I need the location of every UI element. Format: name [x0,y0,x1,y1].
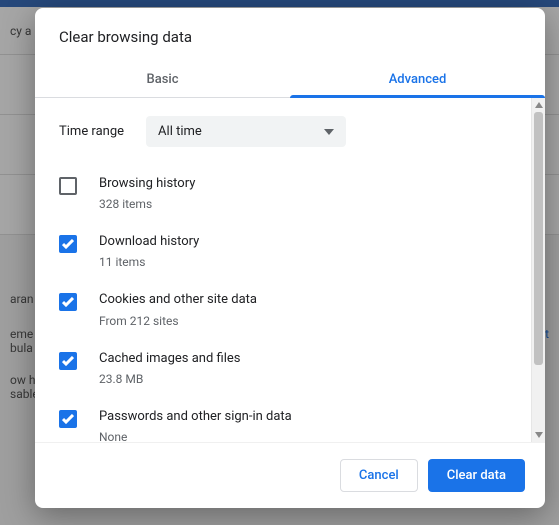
chevron-down-icon [324,124,334,139]
time-range-select[interactable]: All time [146,116,346,147]
item-cache: Cached images and files 23.8 MB [59,340,507,398]
item-subtitle: 23.8 MB [99,370,240,388]
item-title: Cached images and files [99,350,240,368]
tab-basic[interactable]: Basic [35,62,290,97]
item-title: Passwords and other sign-in data [99,408,292,426]
checkbox-cookies[interactable] [59,293,77,311]
clear-browsing-data-dialog: Clear browsing data Basic Advanced Time … [35,8,545,508]
clear-data-button[interactable]: Clear data [428,459,525,492]
tab-advanced[interactable]: Advanced [290,62,545,97]
scroll-up-icon[interactable] [532,98,545,112]
checkbox-download-history[interactable] [59,235,77,253]
time-range-label: Time range [59,124,124,139]
checkbox-browsing-history[interactable] [59,177,77,195]
item-browsing-history: Browsing history 328 items [59,165,507,223]
item-subtitle: 11 items [99,253,199,271]
dialog-footer: Cancel Clear data [35,442,545,508]
item-title: Browsing history [99,175,195,193]
checkbox-cache[interactable] [59,352,77,370]
scrollbar-thumb[interactable] [534,112,543,365]
checkbox-passwords[interactable] [59,410,77,428]
cancel-button[interactable]: Cancel [340,459,418,492]
item-title: Cookies and other site data [99,291,257,309]
item-title: Download history [99,233,199,251]
item-subtitle: From 212 sites [99,312,257,330]
dialog-tabs: Basic Advanced [35,62,545,98]
item-subtitle: 328 items [99,195,195,213]
item-cookies: Cookies and other site data From 212 sit… [59,281,507,339]
item-download-history: Download history 11 items [59,223,507,281]
scrollbar[interactable] [531,98,545,442]
scroll-down-icon[interactable] [532,428,545,442]
dialog-title: Clear browsing data [35,8,545,62]
item-subtitle: None [99,428,292,442]
dialog-content: Time range All time Browsing history 328… [35,98,531,442]
scrollbar-track[interactable] [532,112,545,428]
time-range-value: All time [158,124,202,139]
item-passwords: Passwords and other sign-in data None [59,398,507,442]
